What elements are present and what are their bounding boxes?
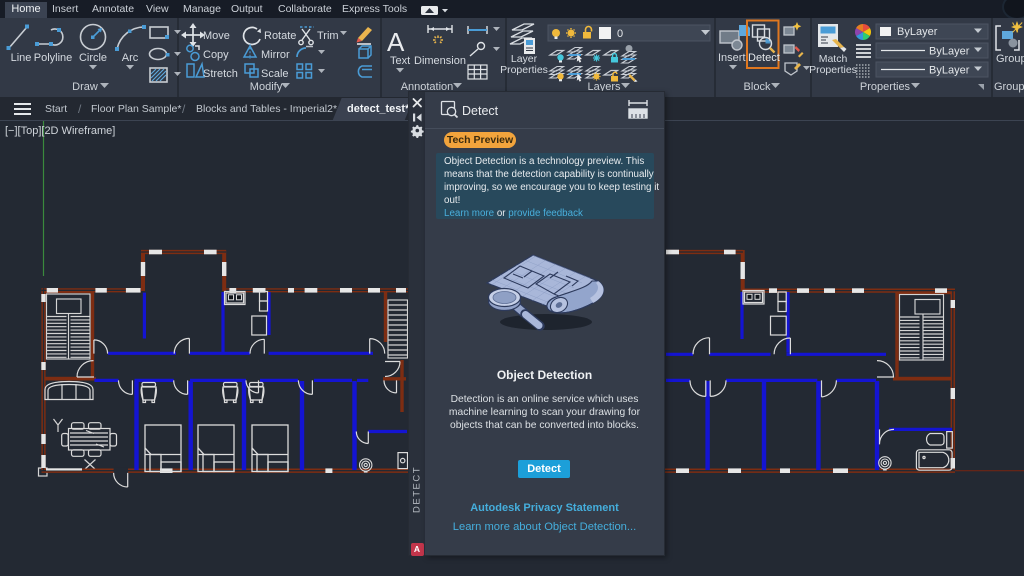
svg-text:Stretch: Stretch xyxy=(203,68,238,80)
svg-text:Groups: Groups xyxy=(994,81,1024,93)
svg-text:Trim: Trim xyxy=(317,30,339,42)
svg-text:Copy: Copy xyxy=(203,49,229,61)
svg-text:ByLayer: ByLayer xyxy=(897,26,938,38)
svg-text:ByLayer: ByLayer xyxy=(929,65,970,77)
svg-text:Arc: Arc xyxy=(122,52,139,64)
svg-text:A: A xyxy=(387,27,405,57)
svg-text:Line: Line xyxy=(11,52,32,64)
svg-text:Polyline: Polyline xyxy=(34,52,73,64)
svg-text:Rotate: Rotate xyxy=(264,30,296,42)
svg-text:Dimension: Dimension xyxy=(414,55,466,67)
svg-text:Detect: Detect xyxy=(748,52,780,64)
svg-text:Insert: Insert xyxy=(718,52,746,64)
svg-text:Block: Block xyxy=(744,81,771,93)
svg-text:Draw: Draw xyxy=(72,81,98,93)
svg-text:Properties: Properties xyxy=(500,64,548,76)
svg-text:Mirror: Mirror xyxy=(261,49,290,61)
svg-text:0: 0 xyxy=(617,28,623,40)
svg-text:Properties: Properties xyxy=(809,64,857,76)
svg-text:Scale: Scale xyxy=(261,68,289,80)
svg-text:Move: Move xyxy=(203,30,230,42)
svg-text:Group: Group xyxy=(996,53,1024,65)
svg-text:Text: Text xyxy=(390,55,410,67)
svg-text:Circle: Circle xyxy=(79,52,107,64)
svg-text:ByLayer: ByLayer xyxy=(929,46,970,58)
svg-text:Properties: Properties xyxy=(860,81,911,93)
svg-text:Modify: Modify xyxy=(250,81,283,93)
